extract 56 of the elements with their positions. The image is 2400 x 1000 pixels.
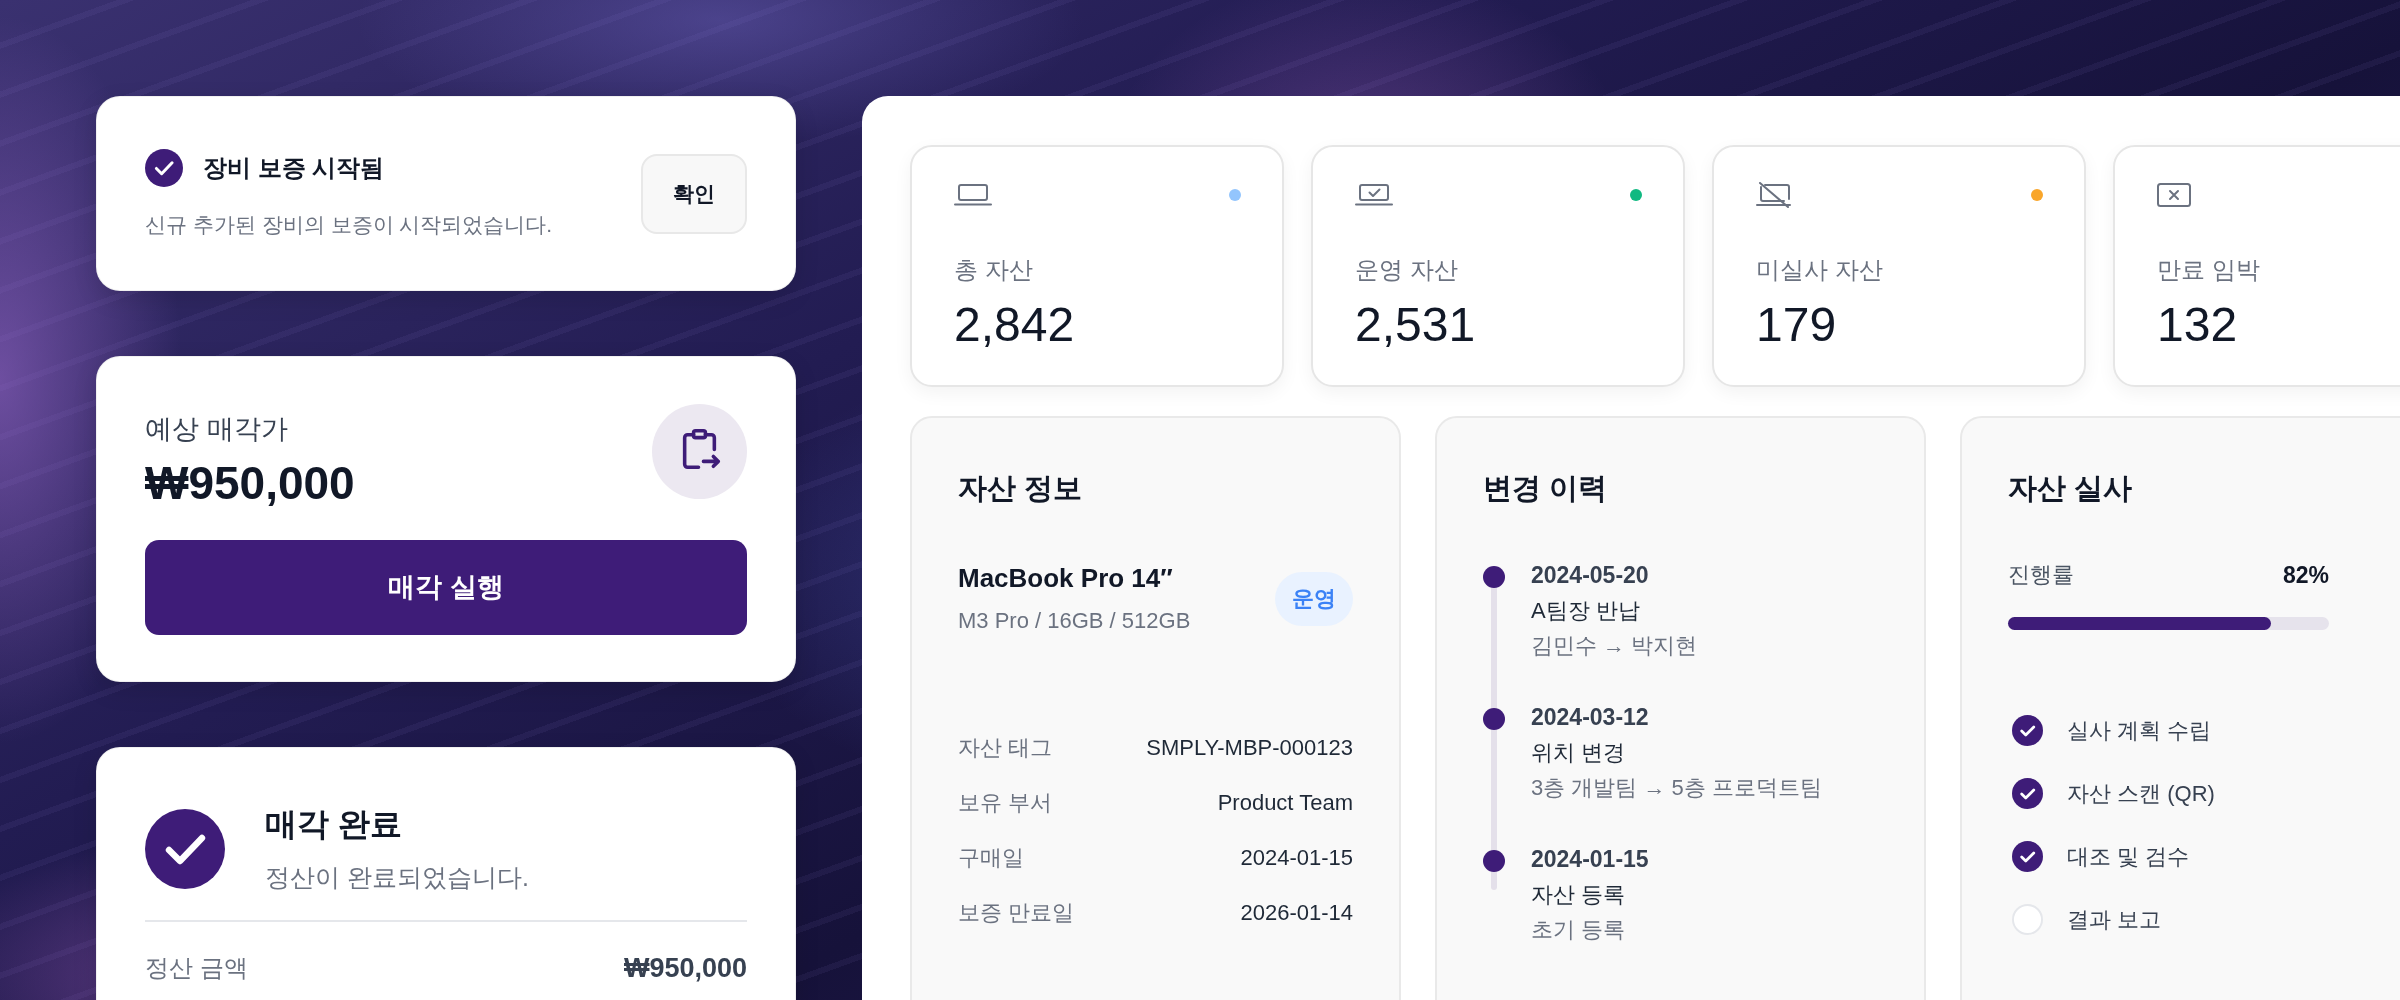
stat-label: 만료 임박 bbox=[2157, 255, 2261, 285]
field-value: SMPLY-MBP-000123 bbox=[1146, 734, 1353, 762]
progress-label: 진행률 bbox=[2008, 561, 2074, 589]
stat-value: 2,531 bbox=[1355, 299, 1477, 351]
event-date: 2024-01-15 bbox=[1531, 845, 1649, 874]
event-date: 2024-03-12 bbox=[1531, 703, 1650, 732]
field-label: 구매일 bbox=[958, 844, 1024, 872]
crossed-laptop-icon bbox=[1756, 182, 1794, 208]
event-detail: 3층 개발팀 → 5층 프로덕트팀 bbox=[1531, 774, 1822, 802]
confirm-button[interactable]: 확인 bbox=[641, 153, 747, 234]
check-circle-icon bbox=[145, 808, 225, 889]
completion-message: 정산이 완료되었습니다. bbox=[265, 862, 529, 893]
progress-percent: 82% bbox=[2282, 561, 2329, 590]
field-label: 자산 태그 bbox=[958, 734, 1053, 762]
checklist-label: 대조 및 검수 bbox=[2067, 843, 2190, 871]
event-title: 자산 등록 bbox=[1531, 881, 1627, 909]
event-title: A팀장 반납 bbox=[1531, 597, 1641, 625]
checklist-label: 결과 보고 bbox=[2067, 906, 2162, 934]
stat-value: 132 bbox=[2157, 299, 2239, 351]
panel-title: 자산 실사 bbox=[2008, 471, 2134, 506]
checklist-label: 자산 스캔 (QR) bbox=[2067, 780, 2215, 808]
event-detail: 김민수 → 박지현 bbox=[1531, 632, 1698, 660]
checklist-label: 실사 계획 수립 bbox=[2067, 717, 2212, 745]
event-title: 위치 변경 bbox=[1531, 739, 1627, 767]
status-badge: 운영 bbox=[1275, 571, 1353, 626]
product-spec: M3 Pro / 16GB / 512GB bbox=[958, 607, 1191, 635]
monitor-x-icon bbox=[2157, 183, 2191, 207]
field-value: Product Team bbox=[1217, 789, 1353, 817]
panel-title: 변경 이력 bbox=[1483, 471, 1609, 506]
price-amount: ₩950,000 bbox=[145, 457, 355, 509]
event-detail: 초기 등록 bbox=[1531, 916, 1627, 944]
event-date: 2024-05-20 bbox=[1531, 561, 1650, 590]
stat-value: 2,842 bbox=[954, 299, 1076, 351]
completion-title: 매각 완료 bbox=[265, 805, 403, 844]
check-circle-icon bbox=[145, 148, 183, 187]
field-value: 2026-01-14 bbox=[1240, 899, 1353, 927]
field-value: 2024-01-15 bbox=[1240, 844, 1353, 872]
stat-value: 179 bbox=[1756, 299, 1838, 351]
settlement-amount: ₩950,000 bbox=[623, 952, 747, 985]
notification-title: 장비 보증 시작됨 bbox=[203, 152, 385, 183]
field-label: 보증 만료일 bbox=[958, 899, 1075, 927]
timeline-dot-icon bbox=[1483, 566, 1505, 588]
timeline-dot-icon bbox=[1483, 850, 1505, 872]
laptop-check-icon bbox=[1355, 184, 1393, 206]
stat-label: 운영 자산 bbox=[1355, 255, 1459, 285]
notification-message: 신규 추가된 장비의 보증이 시작되었습니다. bbox=[145, 211, 553, 238]
stat-label: 총 자산 bbox=[954, 255, 1034, 285]
settlement-label: 정산 금액 bbox=[145, 953, 248, 983]
product-name: MacBook Pro 14″ bbox=[958, 562, 1174, 594]
laptop-icon bbox=[954, 184, 992, 206]
stat-label: 미실사 자산 bbox=[1756, 255, 1884, 285]
field-label: 보유 부서 bbox=[958, 789, 1053, 817]
price-label: 예상 매각가 bbox=[145, 413, 289, 446]
timeline-dot-icon bbox=[1483, 708, 1505, 730]
panel-title: 자산 정보 bbox=[958, 471, 1084, 506]
sell-button[interactable]: 매각 실행 bbox=[145, 540, 747, 635]
